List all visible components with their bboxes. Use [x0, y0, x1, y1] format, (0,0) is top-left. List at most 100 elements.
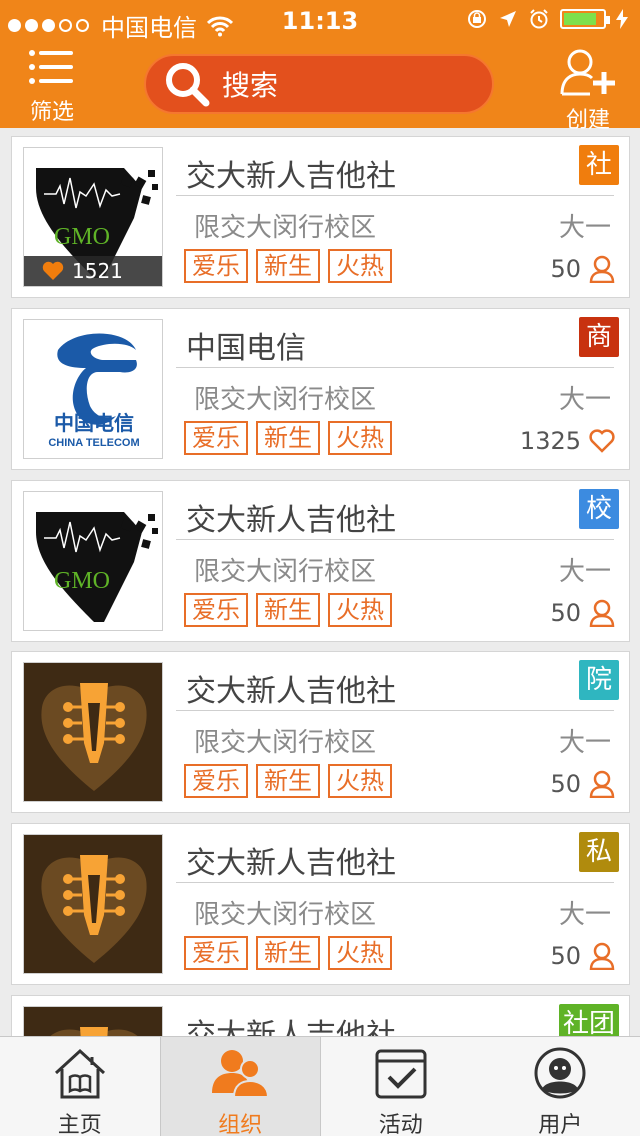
create-button[interactable]: 创建: [548, 48, 628, 133]
tab-label: 活动: [378, 1113, 423, 1136]
home-icon: [54, 1048, 105, 1099]
org-card[interactable]: 交大新人吉他社 私 限交大闵行校区 大一 爱乐 新生 火热 50: [11, 823, 630, 985]
campus-restriction: 限交大闵行校区: [194, 385, 377, 415]
label-chip[interactable]: 新生: [256, 421, 320, 455]
divider: [176, 539, 614, 540]
organization-list[interactable]: GMO 1521 交大新人吉他社 社 限交大闵行校区 大一 爱乐 新生 火热 5…: [0, 128, 640, 1036]
divider: [176, 195, 614, 196]
battery-icon: [560, 9, 610, 29]
logo-cn-text: 中国电信: [54, 411, 134, 435]
label-group: 爱乐 新生 火热: [184, 593, 392, 627]
add-user-icon: [560, 49, 615, 96]
grade-label: 大一: [558, 557, 611, 587]
label-chip[interactable]: 火热: [328, 593, 392, 627]
org-title: 中国电信: [186, 331, 306, 366]
alarm-icon: [530, 9, 548, 29]
user-face-icon: [534, 1047, 586, 1099]
person-icon: [589, 942, 615, 970]
campus-restriction: 限交大闵行校区: [194, 728, 377, 758]
logo-en-text: CHINA TELECOM: [48, 437, 139, 449]
label-chip[interactable]: 新生: [256, 593, 320, 627]
org-type-badge: 社: [579, 145, 619, 185]
label-chip[interactable]: 新生: [256, 936, 320, 970]
org-type-badge: 社团: [558, 1004, 619, 1036]
calendar-check-icon: [375, 1049, 427, 1099]
org-card[interactable]: 中国电信 CHINA TELECOM 中国电信 商 限交大闵行校区 大一 爱乐 …: [11, 308, 630, 470]
charging-bolt-icon: [616, 9, 628, 29]
member-count: 50: [550, 942, 615, 970]
org-type-badge: 商: [579, 317, 619, 357]
rotation-lock-icon: [468, 10, 486, 28]
org-card[interactable]: 交大新人吉他社 社团: [11, 995, 630, 1036]
tab-activities[interactable]: 活动: [321, 1037, 481, 1136]
filter-label: 筛选: [29, 100, 74, 125]
org-card[interactable]: 交大新人吉他社 院 限交大闵行校区 大一 爱乐 新生 火热 50: [11, 651, 630, 813]
member-count-value: 50: [550, 599, 581, 627]
label-chip[interactable]: 火热: [328, 249, 392, 283]
tab-label: 主页: [57, 1113, 102, 1136]
likes-count: 1521: [72, 259, 123, 283]
campus-restriction: 限交大闵行校区: [194, 213, 377, 243]
like-count-value: 1325: [519, 427, 581, 455]
status-right-icons: [466, 8, 628, 30]
label-chip[interactable]: 爱乐: [184, 593, 248, 627]
label-chip[interactable]: 火热: [328, 421, 392, 455]
svg-text:GMO: GMO: [54, 568, 110, 594]
heart-icon: [589, 429, 615, 453]
person-icon: [589, 599, 615, 627]
tab-home[interactable]: 主页: [0, 1037, 160, 1136]
label-group: 爱乐 新生 火热: [184, 936, 392, 970]
location-arrow-icon: [500, 11, 516, 27]
label-chip[interactable]: 爱乐: [184, 936, 248, 970]
org-title: 交大新人吉他社: [186, 159, 396, 194]
org-type-badge: 私: [579, 832, 619, 872]
label-chip[interactable]: 爱乐: [184, 764, 248, 798]
org-title: 交大新人吉他社: [186, 674, 396, 709]
org-logo-guitar-heart: [23, 834, 163, 974]
label-chip[interactable]: 爱乐: [184, 249, 248, 283]
org-card[interactable]: GMO 1521 交大新人吉他社 社 限交大闵行校区 大一 爱乐 新生 火热 5…: [11, 136, 630, 298]
svg-text:GMO: GMO: [54, 224, 110, 250]
tab-label: 用户: [538, 1113, 583, 1136]
org-logo-gmo: GMO: [23, 491, 163, 631]
likes-overlay: 1521: [24, 256, 162, 286]
person-icon: [589, 255, 615, 283]
org-type-badge: 院: [579, 660, 619, 700]
menu-list-icon: [29, 50, 73, 84]
label-chip[interactable]: 新生: [256, 764, 320, 798]
heart-icon: [42, 261, 64, 280]
filter-button[interactable]: 筛选: [12, 48, 92, 126]
org-card[interactable]: GMO 交大新人吉他社 校 限交大闵行校区 大一 爱乐 新生 火热 50: [11, 480, 630, 642]
divider: [176, 710, 614, 711]
org-title: 交大新人吉他社: [186, 503, 396, 538]
org-logo-guitar-heart: [23, 1006, 163, 1036]
label-group: 爱乐 新生 火热: [184, 764, 392, 798]
org-type-badge: 校: [579, 489, 619, 529]
app-header: 筛选 搜索 创建: [0, 42, 640, 133]
person-icon: [589, 770, 615, 798]
member-count: 50: [550, 770, 615, 798]
label-chip[interactable]: 新生: [256, 249, 320, 283]
grade-label: 大一: [558, 728, 611, 758]
org-logo-china-telecom: 中国电信 CHINA TELECOM: [23, 319, 163, 459]
member-count: 50: [550, 255, 615, 283]
tab-user[interactable]: 用户: [481, 1037, 640, 1136]
search-icon: [166, 63, 210, 107]
bottom-tab-bar: 主页 组织 活动 用户: [0, 1036, 640, 1136]
status-bar: 中国电信 11:13: [0, 0, 640, 42]
label-chip[interactable]: 爱乐: [184, 421, 248, 455]
org-title: 交大新人吉他社: [186, 1018, 396, 1036]
campus-restriction: 限交大闵行校区: [194, 900, 377, 930]
divider: [176, 367, 614, 368]
group-icon: [212, 1050, 270, 1098]
tab-organization[interactable]: 组织: [159, 1037, 321, 1136]
grade-label: 大一: [558, 213, 611, 243]
label-chip[interactable]: 火热: [328, 936, 392, 970]
search-placeholder: 搜索: [222, 69, 279, 102]
like-count: 1325: [520, 427, 615, 455]
divider: [176, 882, 614, 883]
member-count: 50: [550, 599, 615, 627]
search-input[interactable]: 搜索: [144, 54, 494, 114]
label-chip[interactable]: 火热: [328, 764, 392, 798]
member-count-value: 50: [550, 770, 581, 798]
